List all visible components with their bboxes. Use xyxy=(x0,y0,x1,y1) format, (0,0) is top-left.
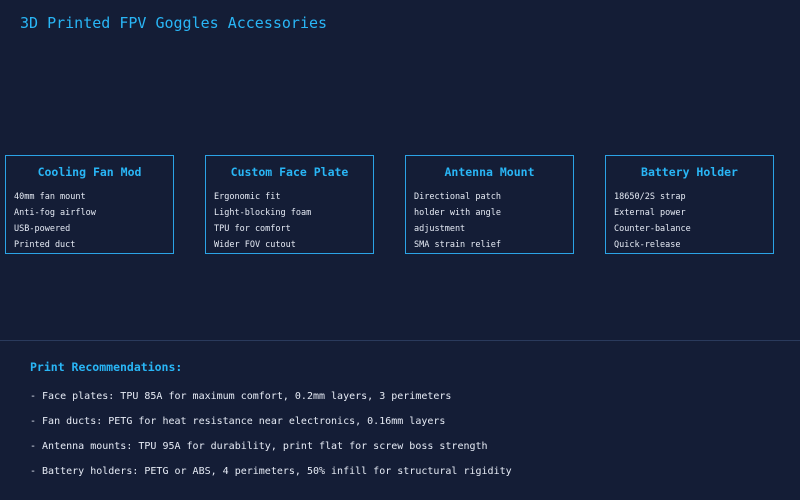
recommendation-item: - Fan ducts: PETG for heat resistance ne… xyxy=(30,416,446,427)
card-feature: adjustment xyxy=(414,224,466,234)
card-antenna-mount[interactable]: Antenna Mount Directional patch holder w… xyxy=(405,155,574,254)
card-title: Custom Face Plate xyxy=(230,165,349,179)
card-custom-face-plate[interactable]: Custom Face Plate Ergonomic fit Light-bl… xyxy=(205,155,374,254)
card-battery-holder[interactable]: Battery Holder 18650/2S strap External p… xyxy=(605,155,774,254)
card-feature: holder with angle xyxy=(414,208,501,218)
card-feature-list: 40mm fan mount Anti-fog airflow USB-powe… xyxy=(14,189,96,253)
card-title: Cooling Fan Mod xyxy=(37,165,142,179)
card-title: Antenna Mount xyxy=(444,165,535,179)
recommendation-item: - Battery holders: PETG or ABS, 4 perime… xyxy=(30,466,512,477)
card-feature: Light-blocking foam xyxy=(214,208,312,218)
recommendation-item: - Antenna mounts: TPU 95A for durability… xyxy=(30,441,488,452)
card-feature: Wider FOV cutout xyxy=(214,240,296,250)
card-feature: SMA strain relief xyxy=(414,240,501,250)
recommendations-heading: Print Recommendations: xyxy=(30,360,183,374)
card-feature-list: Directional patch holder with angle adju… xyxy=(414,189,501,253)
card-feature: Directional patch xyxy=(414,192,501,202)
card-feature: 18650/2S strap xyxy=(614,192,686,202)
card-feature: TPU for comfort xyxy=(214,224,291,234)
card-feature: 40mm fan mount xyxy=(14,192,86,202)
recommendations-list: - Face plates: TPU 85A for maximum comfo… xyxy=(30,384,512,484)
card-feature: External power xyxy=(614,208,686,218)
accessory-cards: Cooling Fan Mod 40mm fan mount Anti-fog … xyxy=(0,0,800,300)
card-title: Battery Holder xyxy=(641,165,738,179)
card-feature: Counter-balance xyxy=(614,224,691,234)
card-feature: Anti-fog airflow xyxy=(14,208,96,218)
card-feature: Ergonomic fit xyxy=(214,192,281,202)
recommendation-item: - Face plates: TPU 85A for maximum comfo… xyxy=(30,391,452,402)
card-feature-list: Ergonomic fit Light-blocking foam TPU fo… xyxy=(214,189,311,253)
card-feature: Quick-release xyxy=(614,240,681,250)
card-feature: Printed duct xyxy=(14,240,76,250)
card-feature: USB-powered xyxy=(14,224,71,234)
section-divider xyxy=(0,340,800,341)
card-cooling-fan-mod[interactable]: Cooling Fan Mod 40mm fan mount Anti-fog … xyxy=(5,155,174,254)
card-feature-list: 18650/2S strap External power Counter-ba… xyxy=(614,189,691,253)
